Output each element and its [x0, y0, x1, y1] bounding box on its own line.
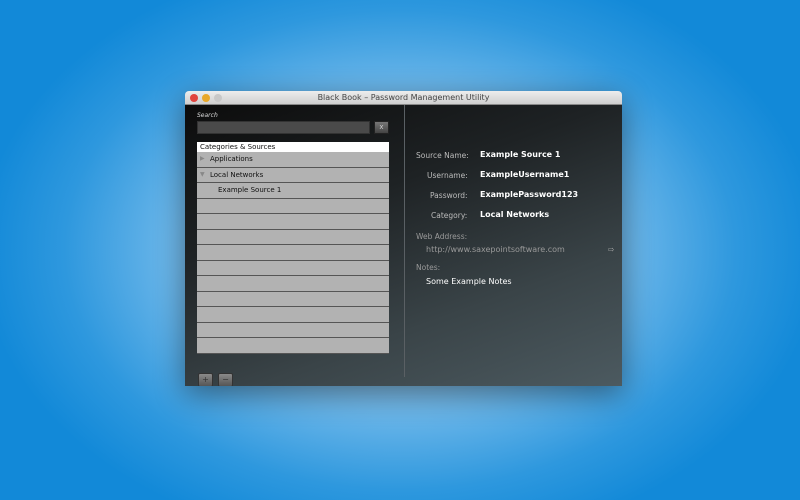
category-label: Category:: [431, 211, 468, 220]
web-address-link[interactable]: http://www.saxepointsoftware.com: [426, 245, 565, 254]
empty-row[interactable]: [197, 307, 389, 323]
empty-row[interactable]: [197, 291, 389, 307]
disclosure-down-icon[interactable]: ▼: [200, 168, 205, 182]
source-name-label: Source Name:: [416, 151, 469, 160]
search-input[interactable]: [197, 121, 370, 134]
pane-divider[interactable]: [404, 105, 405, 377]
notes-value[interactable]: Some Example Notes: [426, 277, 512, 286]
list-item-label: Applications: [210, 155, 253, 163]
category-value: Local Networks: [480, 210, 550, 219]
remove-button[interactable]: −: [218, 373, 233, 386]
list-item-applications[interactable]: ▶ Applications: [197, 152, 389, 168]
title-bar[interactable]: Black Book – Password Management Utility: [185, 91, 622, 105]
list-item-label: Example Source 1: [218, 186, 282, 194]
list-item-local-networks[interactable]: ▼ Local Networks: [197, 167, 389, 183]
categories-list[interactable]: Categories & Sources ▶ Applications ▼ Loca…: [197, 142, 389, 354]
password-label: Password:: [430, 191, 468, 200]
source-name-value: Example Source 1: [480, 150, 561, 159]
list-header: Categories & Sources: [197, 142, 389, 152]
window-title: Black Book – Password Management Utility: [317, 93, 490, 102]
username-label: Username:: [427, 171, 468, 180]
empty-row[interactable]: [197, 276, 389, 292]
search-label: Search: [197, 112, 218, 119]
add-button[interactable]: +: [198, 373, 213, 386]
empty-row[interactable]: [197, 245, 389, 261]
notes-label: Notes:: [416, 263, 441, 272]
disclosure-right-icon[interactable]: ▶: [200, 152, 205, 166]
main-window: Black Book – Password Management Utility…: [185, 91, 622, 386]
empty-row[interactable]: [197, 322, 389, 338]
empty-row[interactable]: [197, 338, 389, 354]
web-address-label: Web Address:: [416, 232, 468, 241]
list-item-label: Local Networks: [210, 170, 264, 179]
password-value: ExamplePassword123: [480, 190, 579, 199]
empty-row[interactable]: [197, 198, 389, 214]
list-item-example-source[interactable]: Example Source 1: [197, 183, 389, 199]
empty-row[interactable]: [197, 214, 389, 230]
open-link-icon[interactable]: ⇨: [608, 245, 614, 254]
empty-row[interactable]: [197, 260, 389, 276]
username-value: ExampleUsername1: [480, 170, 570, 179]
search-clear-button[interactable]: x: [374, 121, 389, 134]
empty-row[interactable]: [197, 229, 389, 245]
